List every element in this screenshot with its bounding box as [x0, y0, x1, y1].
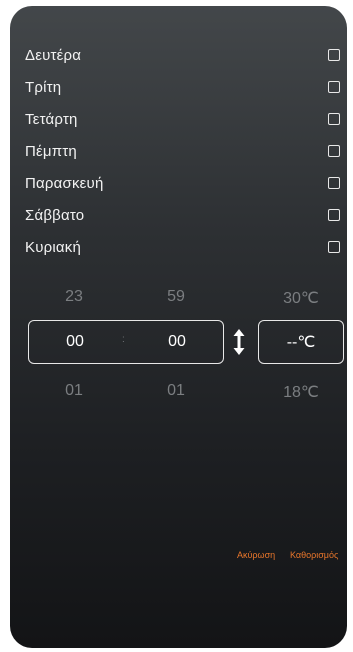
checkbox-saturday[interactable] [328, 209, 340, 221]
hour-next-value[interactable]: 01 [44, 382, 104, 400]
day-row-tuesday[interactable]: Τρίτη [25, 74, 340, 100]
temperature-value[interactable]: --℃ [287, 332, 316, 352]
day-row-saturday[interactable]: Σάββατο [25, 202, 340, 228]
temperature-picker-box[interactable]: --℃ [258, 320, 344, 364]
day-row-thursday[interactable]: Πέμπτη [25, 138, 340, 164]
day-label-wednesday: Τετάρτη [25, 110, 78, 128]
checkbox-friday[interactable] [328, 177, 340, 189]
checkbox-monday[interactable] [328, 49, 340, 61]
day-row-monday[interactable]: Δευτέρα [25, 42, 340, 68]
checkbox-wednesday[interactable] [328, 113, 340, 125]
checkbox-thursday[interactable] [328, 145, 340, 157]
hour-value[interactable]: 00 [55, 333, 95, 351]
minute-value[interactable]: 00 [157, 333, 197, 351]
day-row-friday[interactable]: Παρασκευή [25, 170, 340, 196]
day-label-friday: Παρασκευή [25, 174, 104, 192]
day-label-monday: Δευτέρα [25, 46, 82, 64]
day-row-wednesday[interactable]: Τετάρτη [25, 106, 340, 132]
temp-prev-value[interactable]: 30℃ [271, 288, 331, 308]
up-down-arrow-icon [233, 329, 245, 355]
day-label-sunday: Κυριακή [25, 238, 81, 256]
checkbox-tuesday[interactable] [328, 81, 340, 93]
time-picker-box[interactable]: 00 : 00 [28, 320, 224, 364]
schedule-dialog: Δευτέρα Τρίτη Τετάρτη Πέμπτη Παρασκευή Σ… [10, 6, 347, 648]
hour-prev-value[interactable]: 23 [44, 288, 104, 306]
minute-prev-value[interactable]: 59 [146, 288, 206, 306]
day-label-saturday: Σάββατο [25, 206, 85, 224]
minute-next-value[interactable]: 01 [146, 382, 206, 400]
set-button[interactable]: Καθορισμός [290, 550, 338, 560]
day-label-tuesday: Τρίτη [25, 78, 62, 96]
time-separator: : [122, 334, 125, 345]
cancel-button[interactable]: Ακύρωση [237, 550, 275, 560]
checkbox-sunday[interactable] [328, 241, 340, 253]
day-label-thursday: Πέμπτη [25, 142, 77, 160]
day-row-sunday[interactable]: Κυριακή [25, 234, 340, 260]
temp-next-value[interactable]: 18℃ [271, 382, 331, 402]
